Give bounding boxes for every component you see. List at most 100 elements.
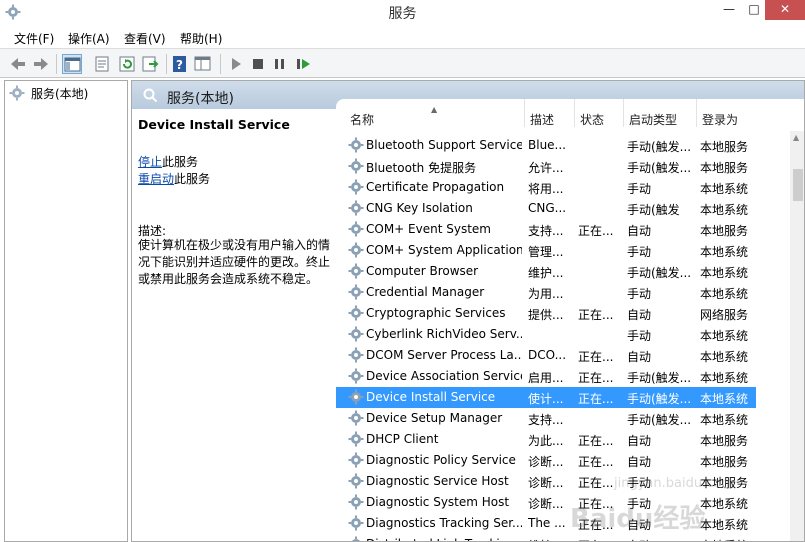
minimize-button[interactable]: — (715, 0, 743, 20)
maximize-button[interactable]: □ (740, 0, 768, 20)
properties-icon[interactable] (92, 54, 112, 74)
play-icon[interactable] (226, 54, 246, 74)
service-status: 正在... (578, 308, 614, 322)
column-header-log-on-as[interactable]: 登录为 (702, 111, 738, 128)
service-row[interactable]: Bluetooth Support Service Blue... 手动(触发...… (336, 135, 756, 156)
column-header-description[interactable]: 描述 (530, 111, 554, 128)
search-icon (143, 88, 158, 103)
service-description: DCO... (528, 348, 567, 362)
service-status: 正在... (578, 392, 614, 406)
toolbar: ? (0, 48, 805, 78)
service-log-on-as: 本地系统 (700, 413, 749, 427)
service-gear-icon (348, 158, 364, 174)
console-tree: 服务(本地) (4, 80, 128, 542)
service-row[interactable]: Cyberlink RichVideo Serv... 手动 本地系统 (336, 324, 756, 345)
column-header-name[interactable]: 名称 (350, 111, 374, 128)
column-header-status[interactable]: 状态 (580, 111, 604, 128)
console-tree-icon[interactable] (62, 54, 82, 74)
service-row[interactable]: Device Association Service 启用... 正在... 手动(触… (336, 366, 756, 387)
toolbar-separator (220, 54, 221, 74)
menu-file[interactable]: 文件(F) (14, 30, 54, 47)
service-description: 诊断... (528, 455, 564, 469)
service-gear-icon (348, 326, 364, 342)
service-startup-type: 手动(触发 (627, 203, 680, 217)
service-status: 正在... (578, 224, 614, 238)
export-list-icon[interactable] (140, 54, 160, 74)
service-log-on-as: 本地系统 (700, 266, 749, 280)
refresh-icon[interactable] (117, 54, 137, 74)
forward-arrow-icon[interactable] (31, 54, 51, 74)
service-name: Diagnostic Policy Service (366, 453, 516, 467)
column-divider[interactable] (696, 99, 697, 127)
service-startup-type: 自动 (627, 350, 652, 364)
service-row[interactable]: Certificate Propagation 将用... 手动 本地系统 (336, 177, 756, 198)
service-name: COM+ Event System (366, 222, 491, 236)
service-row[interactable]: Credential Manager 为用... 手动 本地系统 (336, 282, 756, 303)
service-startup-type: 手动(触发... (627, 371, 692, 385)
service-gear-icon (348, 536, 364, 541)
title-bar[interactable]: 服务 — □ ✕ (0, 0, 805, 26)
service-description: 管理... (528, 245, 564, 259)
service-gear-icon (348, 221, 364, 237)
scrollbar-thumb[interactable] (793, 169, 803, 201)
stop-link[interactable]: 停止 (138, 155, 162, 169)
service-row[interactable]: Device Install Service 使计... 正在... 手动(触发...… (336, 387, 756, 408)
console-view-icon[interactable] (193, 54, 213, 74)
menu-help[interactable]: 帮助(H) (180, 30, 222, 47)
service-gear-icon (348, 263, 364, 279)
service-row[interactable]: Device Setup Manager 支持... 手动(触发... 本地系统 (336, 408, 756, 429)
service-gear-icon (348, 368, 364, 384)
column-divider[interactable] (623, 99, 624, 127)
service-name: Cryptographic Services (366, 306, 506, 320)
service-name: Diagnostic System Host (366, 495, 510, 509)
service-description: 维护... (528, 266, 564, 280)
description-pane: Device Install Service 停止此服务 重启动此服务 描述: … (132, 109, 336, 541)
menu-action[interactable]: 操作(A) (68, 30, 110, 47)
service-row[interactable]: Bluetooth 免提服务 允许... 手动(触发... 本地服务 (336, 156, 756, 177)
service-startup-type: 自动 (627, 224, 652, 238)
service-status: 正在... (578, 371, 614, 385)
help-icon[interactable]: ? (170, 54, 190, 74)
stop-icon[interactable] (248, 54, 268, 74)
service-name: Computer Browser (366, 264, 479, 278)
pause-icon[interactable] (270, 54, 290, 74)
resume-icon[interactable] (293, 54, 313, 74)
service-name: DCOM Server Process La... (366, 348, 522, 362)
column-header-startup-type[interactable]: 启动类型 (629, 111, 677, 128)
service-description: 启用... (528, 371, 564, 385)
restart-link-suffix: 此服务 (174, 172, 211, 186)
baidu-watermark: jingyan.baidu.com Baidu经验 (570, 440, 805, 540)
service-log-on-as: 本地系统 (700, 203, 749, 217)
service-log-on-as: 本地系统 (700, 350, 749, 364)
service-description: 为用... (528, 287, 564, 301)
service-startup-type: 自动 (627, 308, 652, 322)
service-gear-icon (348, 431, 364, 447)
restart-link[interactable]: 重启动 (138, 172, 174, 186)
service-row[interactable]: Computer Browser 维护... 手动(触发... 本地系统 (336, 261, 756, 282)
service-name: Credential Manager (366, 285, 485, 299)
service-description: 使计... (528, 392, 564, 406)
service-row[interactable]: COM+ System Application 管理... 手动 本地系统 (336, 240, 756, 261)
service-description: 维护... (528, 537, 572, 541)
service-row[interactable]: Cryptographic Services 提供... 正在... 自动 网络服务 (336, 303, 756, 324)
service-gear-icon (348, 515, 364, 531)
service-row[interactable]: DCOM Server Process La... DCO... 正在... 自动 本地… (336, 345, 756, 366)
service-row[interactable]: COM+ Event System 支持... 正在... 自动 本地服务 (336, 219, 756, 240)
service-gear-icon (348, 179, 364, 195)
back-arrow-icon[interactable] (8, 54, 28, 74)
service-gear-icon (348, 410, 364, 426)
service-gear-icon (348, 242, 364, 258)
service-row[interactable]: CNG Key Isolation CNG... 手动(触发 本地系统 (336, 198, 756, 219)
service-startup-type: 手动 (627, 182, 652, 196)
restart-service-action: 重启动此服务 (138, 170, 210, 187)
selected-service-title: Device Install Service (138, 117, 290, 132)
service-gear-icon (348, 494, 364, 510)
column-divider[interactable] (574, 99, 575, 127)
service-startup-type: 手动(触发... (627, 266, 692, 280)
close-button[interactable]: ✕ (765, 0, 805, 20)
column-divider[interactable] (524, 99, 525, 127)
menu-view[interactable]: 查看(V) (124, 30, 166, 47)
service-name: Bluetooth Support Service (366, 138, 522, 152)
service-name: COM+ System Application (366, 243, 522, 257)
scroll-up-icon[interactable]: ▲ (793, 133, 799, 142)
